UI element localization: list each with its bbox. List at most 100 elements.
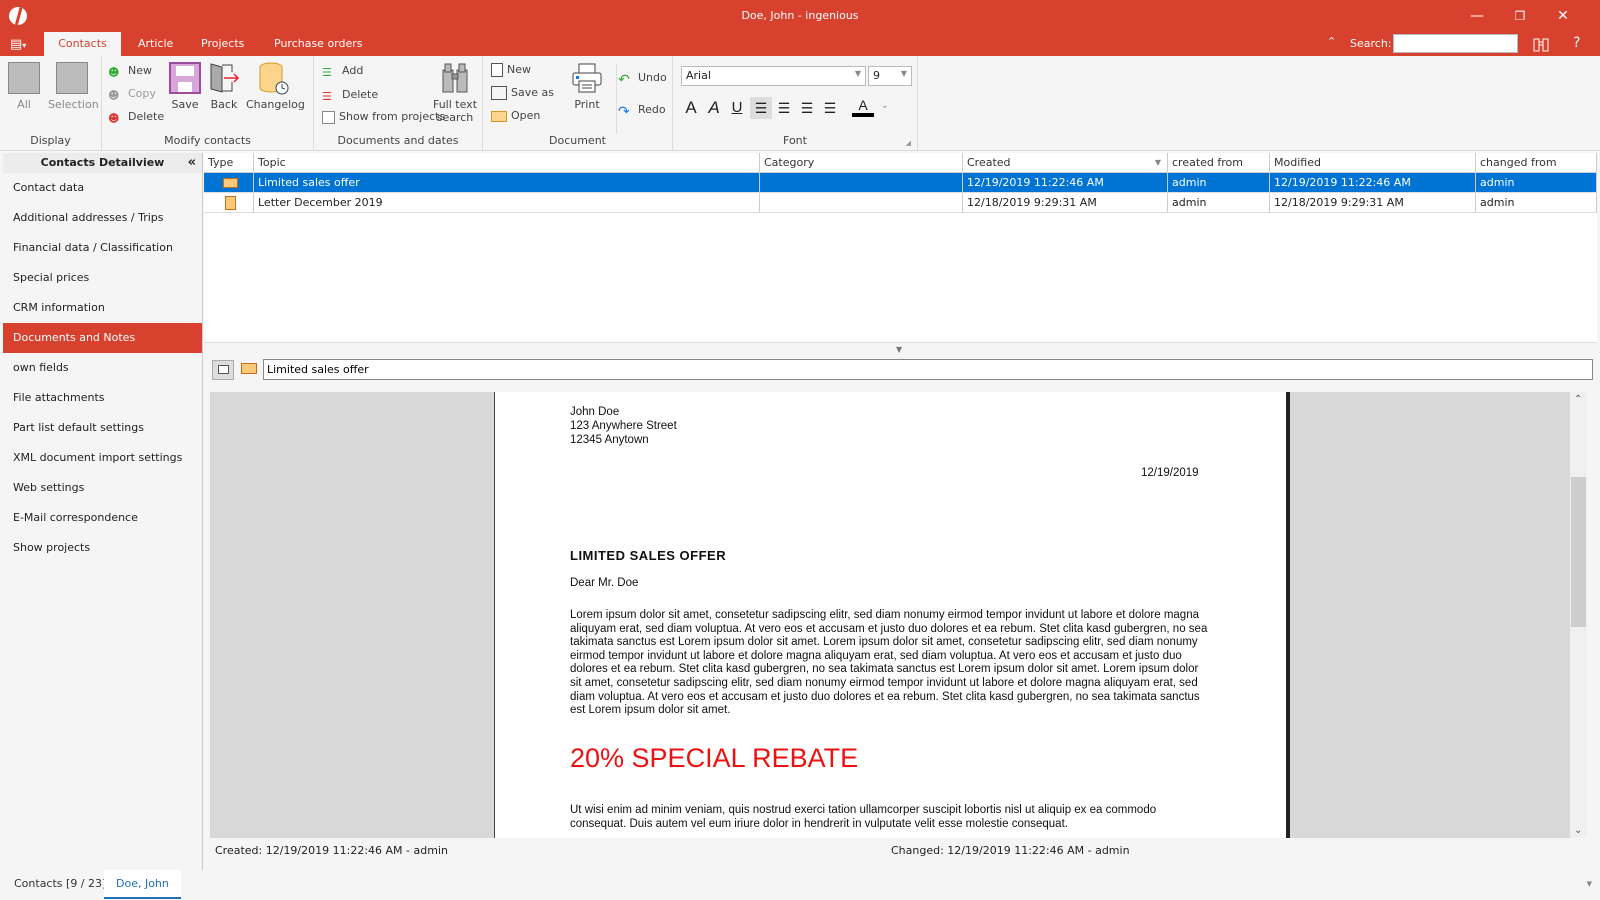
- scroll-up-icon[interactable]: ⌃: [1574, 394, 1582, 405]
- bottom-tab-bar: Contacts [9 / 23] Doe, John ▼: [0, 870, 1600, 900]
- letter-date: 12/19/2019: [1141, 467, 1199, 479]
- binoculars-icon[interactable]: [1532, 35, 1550, 57]
- dialog-launcher-icon[interactable]: ◢: [906, 139, 911, 147]
- chevron-down-icon: ▼: [900, 69, 907, 78]
- modify-contacts-group: ☻ New ☻ Copy ☻ Delete Save Back Changelog M…: [102, 56, 314, 151]
- font-family-select[interactable]: Arial ▼: [681, 66, 866, 86]
- font-color-button[interactable]: A: [852, 97, 874, 117]
- save-button[interactable]: Save: [168, 62, 202, 111]
- tab-contacts[interactable]: Contacts: [44, 32, 121, 56]
- save-as-button[interactable]: Save as: [491, 84, 554, 102]
- changelog-button[interactable]: Changelog: [246, 62, 305, 111]
- align-center-button[interactable]: ☰: [796, 97, 818, 119]
- column-header-category[interactable]: Category: [760, 153, 963, 173]
- toggle-preview-button[interactable]: [212, 360, 234, 380]
- table-row[interactable]: Letter December 2019 12/18/2019 9:29:31 …: [204, 193, 1597, 213]
- sidebar-title: Contacts Detailview «: [3, 153, 202, 173]
- documents-dates-group: ☰ Add ☰ Delete Show from projects Full tex…: [314, 56, 483, 151]
- full-text-search-button[interactable]: Full text search: [432, 62, 478, 124]
- sidebar-item-financial-data[interactable]: Financial data / Classification: [3, 233, 202, 263]
- splitter-handle-icon[interactable]: ▼: [896, 345, 902, 354]
- delete-contact-button[interactable]: ☻ Delete: [108, 108, 164, 126]
- group-label: Modify contacts: [164, 134, 251, 147]
- sidebar-item-email-correspondence[interactable]: E-Mail correspondence: [3, 503, 202, 533]
- vertical-scrollbar[interactable]: ⌃ ⌄: [1570, 392, 1587, 838]
- show-from-projects-checkbox[interactable]: Show from projects: [322, 108, 445, 126]
- delete-document-button[interactable]: ☰ Delete: [322, 86, 378, 104]
- sidebar-item-contact-data[interactable]: Contact data: [3, 173, 202, 203]
- underline-button[interactable]: U: [726, 97, 748, 119]
- column-header-created-from[interactable]: created from: [1168, 153, 1270, 173]
- search-label: Search:: [1350, 37, 1392, 50]
- sidebar-item-own-fields[interactable]: own fields: [3, 353, 202, 383]
- sidebar-item-part-list-defaults[interactable]: Part list default settings: [3, 413, 202, 443]
- column-header-created[interactable]: Created ▼: [963, 153, 1168, 173]
- close-button[interactable]: ✕: [1548, 5, 1578, 27]
- align-right-button[interactable]: ☰: [773, 97, 795, 119]
- help-button[interactable]: ?: [1573, 35, 1580, 51]
- tab-doe-john[interactable]: Doe, John: [104, 870, 181, 899]
- created-info: Created: 12/19/2019 11:22:46 AM - admin: [215, 844, 448, 857]
- copy-contact-button[interactable]: ☻ Copy: [108, 85, 156, 103]
- documents-grid: Type Topic Category Created ▼ created fro…: [204, 153, 1597, 343]
- sidebar-item-xml-import-settings[interactable]: XML document import settings: [3, 443, 202, 473]
- document-preview-area[interactable]: John Doe 123 Anywhere Street 12345 Anyto…: [210, 392, 1570, 838]
- sidebar-item-show-projects[interactable]: Show projects: [3, 533, 202, 563]
- search-input[interactable]: [1393, 34, 1518, 53]
- undo-button[interactable]: ↶ Undo: [618, 69, 667, 88]
- tab-purchase-orders[interactable]: Purchase orders: [258, 32, 379, 56]
- bold-button[interactable]: A: [680, 97, 702, 119]
- open-document-button[interactable]: Open: [491, 107, 540, 125]
- sidebar-item-crm-information[interactable]: CRM information: [3, 293, 202, 323]
- column-header-modified[interactable]: Modified: [1270, 153, 1476, 173]
- group-label: Document: [549, 134, 606, 147]
- subject-input[interactable]: [263, 359, 1593, 380]
- collapse-sidebar-icon[interactable]: «: [188, 153, 196, 173]
- redo-button[interactable]: ↷ Redo: [618, 101, 666, 120]
- scroll-down-icon[interactable]: ⌄: [1574, 825, 1582, 836]
- back-button[interactable]: Back: [208, 62, 240, 111]
- font-size-select[interactable]: 9 ▼: [868, 66, 912, 86]
- new-document-button[interactable]: New: [491, 61, 531, 79]
- sidebar-item-documents-notes[interactable]: Documents and Notes: [3, 323, 202, 353]
- tab-list-dropdown-icon[interactable]: ▼: [1587, 880, 1592, 888]
- delete-user-icon: ☻: [108, 112, 120, 125]
- sidebar-item-special-prices[interactable]: Special prices: [3, 263, 202, 293]
- align-justify-button[interactable]: ☰: [819, 97, 841, 119]
- sidebar-item-web-settings[interactable]: Web settings: [3, 473, 202, 503]
- column-header-changed-from[interactable]: changed from: [1476, 153, 1597, 173]
- table-selection-icon: [56, 62, 88, 94]
- add-document-button[interactable]: ☰ Add: [322, 62, 363, 80]
- app-menu-icon[interactable]: ▤▾: [10, 37, 26, 52]
- table-icon: [8, 62, 40, 94]
- changed-info: Changed: 12/19/2019 11:22:46 AM - admin: [891, 844, 1130, 857]
- email-note-icon: [241, 363, 257, 374]
- exit-door-icon: [208, 62, 240, 94]
- collapse-ribbon-icon[interactable]: ⌃: [1327, 35, 1336, 48]
- chevron-down-icon: ▼: [854, 69, 861, 78]
- document-page[interactable]: John Doe 123 Anywhere Street 12345 Anyto…: [494, 392, 1290, 838]
- blank-page-icon: [491, 63, 503, 77]
- minimize-button[interactable]: —: [1462, 5, 1492, 27]
- display-selection-button[interactable]: Selection: [48, 62, 99, 111]
- tab-projects[interactable]: Projects: [185, 32, 260, 56]
- align-left-button[interactable]: ☰: [750, 97, 772, 119]
- new-contact-button[interactable]: ☻ New: [108, 62, 152, 80]
- restore-button[interactable]: ❐: [1505, 5, 1535, 27]
- sidebar-item-additional-addresses[interactable]: Additional addresses / Trips: [3, 203, 202, 233]
- sidebar-item-file-attachments[interactable]: File attachments: [3, 383, 202, 413]
- table-row[interactable]: Limited sales offer 12/19/2019 11:22:46 …: [204, 173, 1597, 193]
- scrollbar-thumb[interactable]: [1571, 477, 1586, 627]
- tab-contacts-list[interactable]: Contacts [9 / 23]: [2, 870, 118, 899]
- column-header-topic[interactable]: Topic: [254, 153, 760, 173]
- tab-article[interactable]: Article: [122, 32, 189, 56]
- font-group: Arial ▼ 9 ▼ A A U ☰ ☰ ☰ ☰ A ⌄ Font ◢: [673, 56, 918, 151]
- checkbox-icon: [322, 110, 335, 124]
- title-bar: Doe, John - ingenious — ❐ ✕: [0, 0, 1600, 32]
- display-all-button[interactable]: All: [8, 62, 40, 111]
- print-button[interactable]: Print: [569, 62, 605, 111]
- column-header-type[interactable]: Type: [204, 153, 254, 173]
- sort-descending-icon: ▼: [1154, 158, 1161, 167]
- font-color-dropdown-icon[interactable]: ⌄: [881, 101, 889, 111]
- italic-button[interactable]: A: [703, 97, 725, 119]
